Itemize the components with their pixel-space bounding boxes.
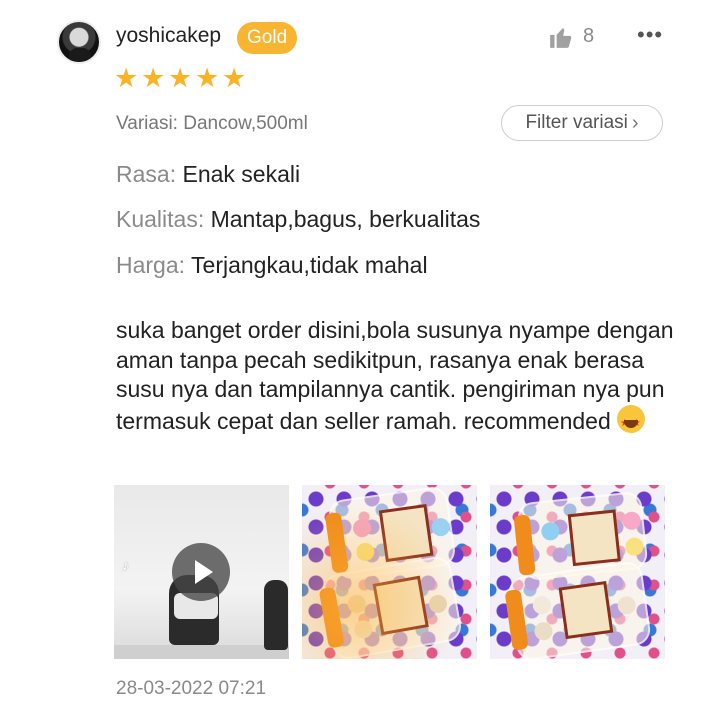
attribute-key: Rasa: — [116, 161, 177, 187]
star-icon: ★ — [114, 63, 139, 93]
tiktok-logo-icon: ♪ — [122, 557, 129, 573]
review-photo[interactable] — [302, 485, 477, 659]
jar-image — [504, 560, 653, 659]
candy-ball — [624, 536, 645, 557]
review-timestamp: 28-03-2022 07:21 — [116, 678, 267, 699]
more-options-icon[interactable]: ••• — [637, 22, 663, 48]
star-icon: ★ — [222, 63, 247, 93]
member-badge: Gold — [237, 22, 298, 54]
photo-glow — [302, 485, 477, 659]
star-icon: ★ — [195, 63, 220, 93]
attribute-value: Terjangkau,tidak mahal — [191, 252, 428, 278]
attribute-price: Harga: Terjangkau,tidak mahal — [116, 252, 428, 279]
jar-label — [567, 509, 621, 567]
jar-lid — [504, 589, 529, 651]
attribute-key: Kualitas: — [116, 206, 205, 232]
attribute-quality: Kualitas: Mantap,bagus, berkualitas — [116, 206, 480, 233]
candy-ball — [531, 595, 552, 616]
chevron-right-icon: › — [631, 111, 639, 134]
video-person — [264, 580, 288, 650]
username[interactable]: yoshicakep — [116, 24, 221, 48]
rating-stars: ★ ★ ★ ★ ★ — [114, 63, 247, 93]
review-body: suka banget order disini,bola susunya ny… — [116, 317, 674, 434]
variant-label: Variasi: Dancow,500ml — [116, 113, 308, 134]
candy-ball — [540, 521, 561, 542]
candy-ball — [616, 595, 637, 616]
attribute-value: Mantap,bagus, berkualitas — [210, 206, 481, 232]
filter-variant-button[interactable]: Filter variasi › — [501, 105, 663, 141]
attribute-taste: Rasa: Enak sekali — [116, 161, 300, 188]
jar-label — [558, 581, 614, 640]
attribute-key: Harga: — [116, 252, 186, 278]
star-icon: ★ — [168, 63, 193, 93]
attribute-value: Enak sekali — [182, 161, 301, 187]
review-video-thumbnail[interactable]: ♪ — [114, 485, 289, 659]
thumbs-up-icon[interactable] — [548, 24, 574, 50]
user-avatar[interactable] — [57, 20, 101, 64]
review-text: suka banget order disini,bola susunya ny… — [116, 316, 676, 438]
review-photo[interactable] — [490, 485, 665, 659]
play-icon[interactable] — [172, 543, 230, 601]
video-floor — [114, 645, 289, 659]
candy-ball — [533, 621, 554, 642]
star-struck-emoji-icon — [617, 404, 646, 438]
filter-variant-label: Filter variasi — [525, 112, 628, 133]
like-count: 8 — [583, 25, 595, 47]
star-icon: ★ — [141, 63, 166, 93]
jar-lid — [513, 514, 536, 576]
candy-ball — [621, 510, 642, 531]
